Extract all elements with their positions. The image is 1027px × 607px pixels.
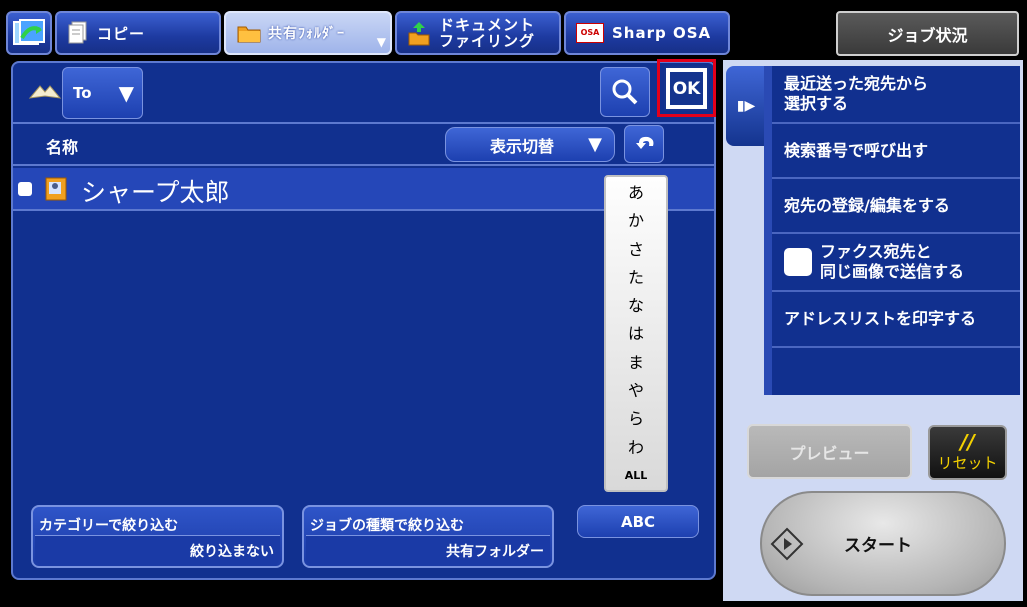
fax-same-image-text: ファクス宛先と 同じ画像で送信する [820, 242, 964, 282]
display-switch-button[interactable]: 表示切替 ▼ [445, 127, 615, 162]
kana-index-ma[interactable]: ま [606, 349, 666, 377]
category-filter-button[interactable]: カテゴリーで絞り込む 絞り込まない [31, 505, 284, 568]
category-filter-title: カテゴリーで絞り込む [39, 518, 179, 534]
print-address-list-label: アドレスリストを印字する [784, 309, 977, 328]
side-menu-toggle[interactable]: ▮▶ [726, 66, 766, 146]
copy-icon [68, 21, 87, 44]
display-switch-label: 表示切替 [489, 136, 554, 156]
search-number-item[interactable]: 検索番号で呼び出す [772, 124, 1020, 179]
chevron-down-icon: ▼ [376, 35, 386, 49]
recent-destinations-text: 最近送った宛先から 選択する [784, 74, 928, 114]
osa-icon: OSA [576, 23, 604, 43]
tab-copy[interactable]: コピー [55, 11, 221, 55]
to-selector[interactable]: To ▼ [62, 67, 143, 119]
address-book-icon [28, 85, 62, 99]
register-edit-item[interactable]: 宛先の登録/編集をする [772, 179, 1020, 234]
reset-icon: // [960, 430, 975, 454]
kana-index-ka[interactable]: か [606, 207, 666, 235]
tab-document-filing-line1: ドキュメント [439, 16, 536, 34]
job-type-filter-value: 共有フォルダー [446, 544, 544, 560]
kana-index-ta[interactable]: た [606, 264, 666, 292]
contact-name: シャープ太郎 [81, 178, 230, 207]
reset-button-label: リセット [937, 454, 998, 472]
fax-same-image-checkbox[interactable] [784, 248, 812, 276]
kana-index-na[interactable]: な [606, 292, 666, 320]
tab-document-filing-text: ドキュメント ファイリング [439, 17, 535, 49]
abc-button-label: ABC [620, 512, 656, 531]
job-status-button[interactable]: ジョブ状況 [836, 11, 1019, 56]
preview-button[interactable]: プレビュー [747, 424, 912, 479]
chevron-down-icon: ▼ [118, 81, 134, 105]
job-type-filter-title: ジョブの種類で絞り込む [310, 518, 464, 534]
column-name-header: 名称 [46, 138, 79, 157]
undo-icon [636, 136, 654, 149]
recent-destinations-item[interactable]: 最近送った宛先から 選択する [772, 66, 1020, 124]
kana-index-ra[interactable]: ら [606, 405, 666, 433]
tab-document-filing[interactable]: ドキュメント ファイリング [395, 11, 561, 55]
ok-button[interactable]: OK [664, 66, 709, 111]
row-checkbox[interactable] [18, 182, 32, 196]
start-diamond-icon [770, 527, 804, 560]
category-filter-value: 絞り込まない [190, 544, 274, 560]
job-type-filter-value-box: 共有フォルダー [306, 535, 550, 564]
recent-destinations-line2: 選択する [784, 94, 849, 113]
collapse-arrow-icon: ▮▶ [736, 98, 756, 114]
recent-destinations-line1: 最近送った宛先から [784, 74, 929, 93]
category-filter-value-box: 絞り込まない [35, 535, 280, 564]
search-number-label: 検索番号で呼び出す [784, 140, 929, 160]
ok-button-inner: OK [668, 70, 705, 107]
ok-button-label: OK [672, 78, 701, 99]
fax-same-image-item[interactable]: ファクス宛先と 同じ画像で送信する [772, 234, 1020, 292]
folder-icon [237, 26, 261, 43]
tab-sharp-osa[interactable]: OSA Sharp OSA [564, 11, 730, 55]
preview-button-label: プレビュー [789, 443, 870, 463]
start-button[interactable]: スタート [760, 491, 1006, 596]
kana-index: あ か さ た な は ま や ら わ ALL [604, 175, 668, 492]
kana-index-wa[interactable]: わ [606, 434, 666, 462]
home-icon [13, 19, 45, 45]
tab-copy-label: コピー [97, 24, 146, 43]
home-button[interactable] [6, 11, 52, 55]
osa-icon-label: OSA [580, 28, 600, 37]
tab-shared-folder[interactable]: 共有ﾌｫﾙﾀﾞｰ ▼ [224, 11, 392, 55]
document-filing-icon [408, 22, 430, 46]
print-address-list-item[interactable]: アドレスリストを印字する [772, 292, 1020, 348]
kana-index-sa[interactable]: さ [606, 236, 666, 264]
search-icon [612, 79, 638, 105]
to-selector-label: To [73, 84, 92, 102]
contact-folder-icon [45, 177, 67, 201]
side-menu: 最近送った宛先から 選択する 検索番号で呼び出す 宛先の登録/編集をする ファク… [764, 66, 1020, 395]
reset-button[interactable]: // リセット [928, 425, 1007, 480]
abc-button[interactable]: ABC [577, 505, 699, 538]
kana-index-a[interactable]: あ [606, 179, 666, 207]
start-button-label: スタート [844, 536, 912, 556]
job-status-label: ジョブ状況 [887, 25, 968, 45]
sort-toggle-button[interactable] [624, 125, 664, 163]
kana-index-ha[interactable]: は [606, 320, 666, 348]
register-edit-label: 宛先の登録/編集をする [784, 195, 950, 215]
tab-shared-folder-label: 共有ﾌｫﾙﾀﾞｰ [268, 26, 345, 42]
fax-same-image-line1: ファクス宛先と [820, 242, 932, 261]
search-button[interactable] [600, 67, 650, 117]
fax-same-image-line2: 同じ画像で送信する [820, 262, 965, 281]
kana-index-all[interactable]: ALL [606, 462, 666, 490]
chevron-down-icon: ▼ [588, 134, 602, 155]
tab-sharp-osa-label: Sharp OSA [612, 24, 712, 42]
kana-index-ya[interactable]: や [606, 377, 666, 405]
tab-document-filing-line2: ファイリング [439, 32, 536, 50]
job-type-filter-button[interactable]: ジョブの種類で絞り込む 共有フォルダー [302, 505, 554, 568]
